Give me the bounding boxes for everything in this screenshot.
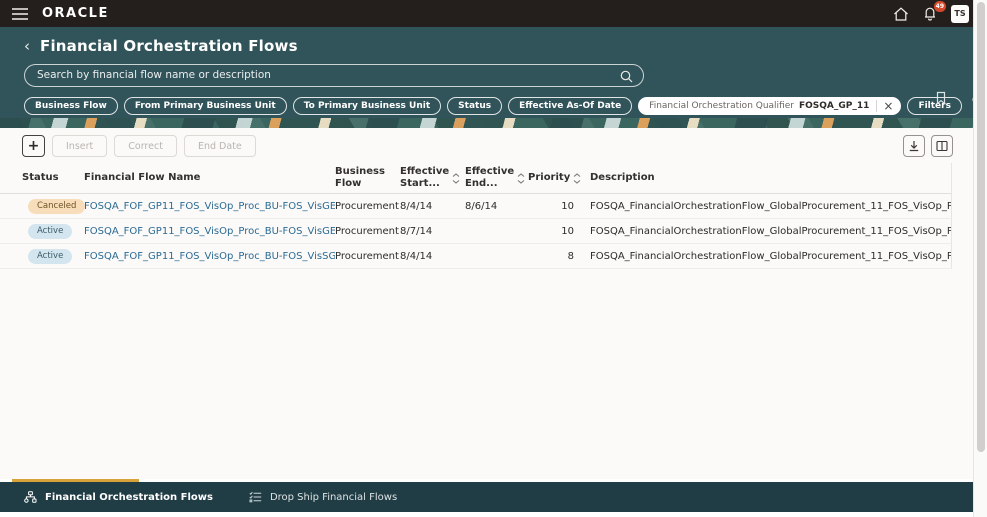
column-label: Effective Start... bbox=[400, 166, 450, 189]
bookmark-icon[interactable] bbox=[935, 90, 947, 109]
column-header[interactable]: Business Flow bbox=[335, 163, 400, 193]
search-row bbox=[24, 63, 644, 87]
filter-chip[interactable]: From Primary Business Unit bbox=[123, 96, 287, 115]
search-icon[interactable] bbox=[620, 68, 633, 87]
correct-button[interactable]: Correct bbox=[114, 135, 177, 157]
status-cell: Active bbox=[22, 223, 84, 239]
global-header-actions: 49 TS bbox=[893, 1, 969, 23]
column-label: Financial Flow Name bbox=[84, 172, 201, 183]
app-window: ORACLE 49 TS ‹ Financial Orchestration F… bbox=[0, 0, 987, 517]
filter-chip-list: Business Flow From Primary Business Unit T… bbox=[24, 96, 633, 115]
filter-chip[interactable]: Status bbox=[447, 96, 503, 115]
column-header[interactable]: Effective Start... bbox=[400, 163, 465, 193]
priority-cell: 8 bbox=[567, 250, 574, 262]
flow-name-cell: FOSQA_FOF_GP11_FOS_VisOp_Proc_BU-FOS_Vis… bbox=[84, 201, 335, 212]
column-header[interactable]: Effective End... bbox=[465, 163, 528, 193]
notifications-bell-icon[interactable]: 49 bbox=[923, 1, 946, 21]
business-flow-cell: Procurement bbox=[335, 225, 399, 237]
applied-filter-label: Financial Orchestration Qualifier bbox=[649, 100, 794, 111]
main-content: + Insert Correct End Date Status Financia… bbox=[0, 128, 987, 479]
priority-cell: 10 bbox=[561, 200, 574, 212]
scrollbar-thumb[interactable] bbox=[977, 2, 985, 452]
status-badge: Active bbox=[28, 248, 73, 264]
flows-icon bbox=[24, 491, 37, 503]
end-date-button[interactable]: End Date bbox=[183, 135, 256, 157]
vertical-scrollbar[interactable] bbox=[973, 0, 987, 517]
user-avatar[interactable]: TS bbox=[951, 4, 969, 23]
remove-filter-icon[interactable]: × bbox=[876, 99, 893, 112]
effective-end-cell: 8/6/14 bbox=[465, 200, 498, 212]
download-icon[interactable] bbox=[903, 135, 925, 157]
flow-name-cell: FOSQA_FOF_GP11_FOS_VisOp_Proc_BU-FOS_Vis… bbox=[84, 226, 335, 237]
notification-count-badge: 49 bbox=[933, 1, 946, 12]
priority-cell: 10 bbox=[561, 225, 574, 237]
applied-filter-chip: Financial Orchestration Qualifier FOSQA_… bbox=[638, 96, 902, 115]
page-header: ‹ Financial Orchestration Flows Business… bbox=[0, 27, 987, 118]
column-header[interactable]: Financial Flow Name bbox=[84, 169, 335, 187]
footer-tabs: Financial Orchestration Flows Drop Ship … bbox=[0, 482, 973, 512]
table-row[interactable]: Active FOSQA_FOF_GP11_FOS_VisOp_Proc_BU-F… bbox=[0, 244, 952, 269]
flows-table: Status Financial Flow Name Business Flow Ef… bbox=[0, 163, 987, 269]
tab-label: Financial Orchestration Flows bbox=[45, 491, 213, 503]
tab-financial-orchestration-flows[interactable]: Financial Orchestration Flows bbox=[24, 491, 213, 503]
flow-name-link[interactable]: FOSQA_FOF_GP11_FOS_VisOp_Proc_BU-FOS_Vis… bbox=[84, 226, 335, 237]
status-badge: Active bbox=[28, 223, 73, 239]
toolbar-view-actions bbox=[903, 135, 953, 157]
filter-bar: Business Flow From Primary Business Unit T… bbox=[24, 95, 987, 117]
filter-chip[interactable]: Business Flow bbox=[24, 96, 118, 115]
column-label: Status bbox=[22, 172, 59, 183]
menu-icon[interactable] bbox=[12, 7, 28, 20]
drop-ship-icon bbox=[249, 491, 262, 503]
table-row[interactable]: Canceled FOSQA_FOF_GP11_FOS_VisOp_Proc_BU… bbox=[0, 194, 952, 219]
page-title: Financial Orchestration Flows bbox=[40, 37, 298, 55]
table-row[interactable]: Active FOSQA_FOF_GP11_FOS_VisOp_Proc_BU-F… bbox=[0, 219, 952, 244]
status-cell: Active bbox=[22, 248, 84, 264]
toolbar-actions: + Insert Correct End Date bbox=[22, 135, 256, 157]
oracle-logo: ORACLE bbox=[42, 6, 109, 21]
applied-filter-value: FOSQA_GP_11 bbox=[798, 100, 870, 111]
column-label: Effective End... bbox=[465, 166, 515, 189]
column-label: Priority bbox=[528, 172, 571, 183]
description-cell: FOSQA_FinancialOrchestrationFlow_GlobalP… bbox=[590, 200, 951, 212]
effective-start-cell: 8/7/14 bbox=[400, 225, 433, 237]
status-cell: Canceled bbox=[22, 198, 86, 214]
global-header: ORACLE 49 TS bbox=[0, 0, 987, 27]
tab-label: Drop Ship Financial Flows bbox=[269, 491, 398, 503]
column-label: Business Flow bbox=[335, 166, 385, 189]
insert-button[interactable]: Insert bbox=[52, 135, 108, 157]
back-icon[interactable]: ‹ bbox=[24, 38, 30, 54]
filter-chip[interactable]: Effective As-Of Date bbox=[508, 96, 633, 115]
flow-name-cell: FOSQA_FOF_GP11_FOS_VisOp_Proc_BU-FOS_Vis… bbox=[84, 251, 335, 262]
sort-icon[interactable] bbox=[573, 172, 581, 184]
column-label: Description bbox=[590, 172, 655, 183]
column-header[interactable]: Description bbox=[590, 169, 951, 187]
flow-name-link[interactable]: FOSQA_FOF_GP11_FOS_VisOp_Proc_BU-FOS_Vis… bbox=[84, 251, 335, 262]
flow-name-link[interactable]: FOSQA_FOF_GP11_FOS_VisOp_Proc_BU-FOS_Vis… bbox=[84, 201, 335, 212]
search-input[interactable] bbox=[24, 63, 644, 87]
description-cell: FOSQA_FinancialOrchestrationFlow_GlobalP… bbox=[590, 225, 951, 237]
effective-start-cell: 8/4/14 bbox=[400, 250, 433, 262]
column-header[interactable]: Status bbox=[22, 169, 84, 187]
sort-icon[interactable] bbox=[517, 172, 525, 184]
manage-columns-icon[interactable] bbox=[931, 135, 953, 157]
home-icon[interactable] bbox=[893, 6, 909, 21]
effective-start-cell: 8/4/14 bbox=[400, 200, 433, 212]
table-body: Canceled FOSQA_FOF_GP11_FOS_VisOp_Proc_BU… bbox=[0, 194, 987, 269]
table-toolbar: + Insert Correct End Date bbox=[22, 135, 953, 157]
filter-chip[interactable]: To Primary Business Unit bbox=[292, 96, 442, 115]
sort-icon[interactable] bbox=[452, 172, 460, 184]
footer-tab-bar: Financial Orchestration Flows Drop Ship … bbox=[0, 479, 973, 512]
decorative-banner bbox=[0, 118, 987, 128]
status-badge: Canceled bbox=[28, 198, 86, 214]
add-button[interactable]: + bbox=[22, 135, 45, 157]
column-header[interactable]: Priority bbox=[528, 169, 590, 187]
title-row: ‹ Financial Orchestration Flows bbox=[0, 27, 987, 55]
business-flow-cell: Procurement bbox=[335, 250, 399, 262]
tab-drop-ship-financial-flows[interactable]: Drop Ship Financial Flows bbox=[249, 491, 397, 503]
business-flow-cell: Procurement bbox=[335, 200, 399, 212]
table-header-row: Status Financial Flow Name Business Flow Ef… bbox=[0, 163, 952, 194]
description-cell: FOSQA_FinancialOrchestrationFlow_GlobalP… bbox=[590, 250, 951, 262]
